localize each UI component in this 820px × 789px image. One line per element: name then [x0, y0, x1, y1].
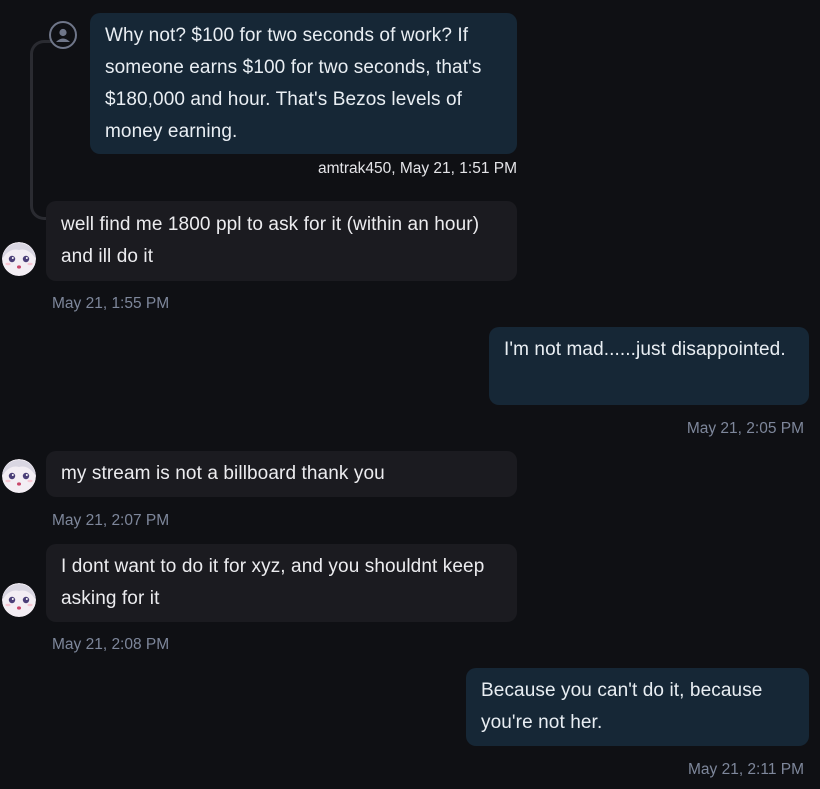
message-meta: amtrak450, May 21, 1:51 PM — [317, 160, 517, 177]
message-timestamp: May 21, 1:55 PM — [52, 295, 170, 312]
user-icon[interactable] — [49, 21, 77, 49]
quoted-message-bubble[interactable]: Why not? $100 for two seconds of work? I… — [90, 13, 517, 154]
message-text: I'm not mad......just disappointed. — [504, 339, 786, 360]
message-text: well find me 1800 ppl to ask for it (wit… — [61, 214, 480, 267]
anime-avatar-icon[interactable] — [2, 242, 36, 276]
message-text: Why not? $100 for two seconds of work? I… — [105, 25, 482, 142]
message-timestamp: May 21, 2:08 PM — [52, 636, 170, 653]
message-bubble[interactable]: I'm not mad......just disappointed. — [489, 327, 809, 405]
message-timestamp: May 21, 2:11 PM — [687, 761, 804, 778]
message-bubble[interactable]: I dont want to do it for xyz, and you sh… — [46, 544, 517, 622]
message-timestamp: May 21, 2:07 PM — [52, 512, 170, 529]
message-text: my stream is not a billboard thank you — [61, 463, 385, 484]
anime-avatar-icon[interactable] — [2, 583, 36, 617]
message-timestamp: May 21, 2:05 PM — [686, 420, 804, 437]
anime-avatar-icon[interactable] — [2, 459, 36, 493]
message-bubble[interactable]: well find me 1800 ppl to ask for it (wit… — [46, 201, 517, 281]
message-bubble[interactable]: Because you can't do it, because you're … — [466, 668, 809, 746]
reply-connector-line — [30, 40, 52, 220]
message-bubble[interactable]: my stream is not a billboard thank you — [46, 451, 517, 497]
message-text: I dont want to do it for xyz, and you sh… — [61, 556, 485, 609]
message-text: Because you can't do it, because you're … — [481, 680, 763, 733]
